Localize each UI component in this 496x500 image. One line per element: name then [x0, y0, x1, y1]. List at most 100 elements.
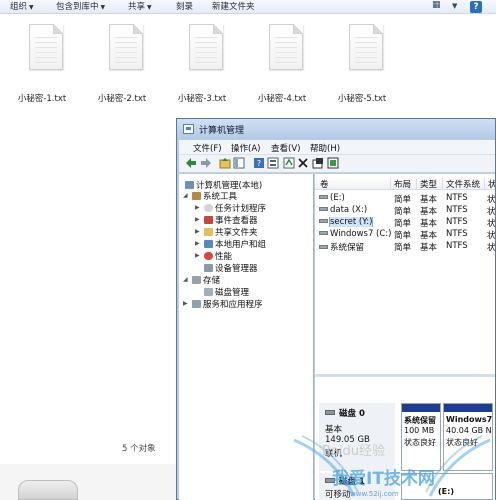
drive-icon	[319, 219, 328, 223]
export-list-icon[interactable]	[312, 157, 324, 169]
column-header-status[interactable]: 状	[485, 178, 495, 190]
volume-fs: NTFS	[446, 193, 468, 203]
volume-fs: NTFS	[446, 229, 468, 239]
tree-item-system-tools[interactable]: 系统工具	[192, 190, 237, 202]
volume-type: 基本	[420, 243, 438, 253]
expand-icon[interactable]: ▶	[183, 300, 188, 307]
up-folder-icon[interactable]	[219, 157, 231, 169]
refresh-icon[interactable]	[283, 157, 295, 169]
drive-icon	[319, 195, 328, 199]
tree-item-disk-management[interactable]: 磁盘管理	[204, 286, 249, 298]
file-name: 小秘密-3.txt	[177, 94, 227, 104]
column-header-type[interactable]: 类型	[417, 178, 443, 190]
column-header-volume[interactable]: 卷	[317, 178, 391, 190]
text-file-icon	[269, 24, 303, 70]
tree-item-shared-folders[interactable]: 共享文件夹	[204, 226, 258, 238]
tree-item-label: 本地用户和组	[215, 240, 267, 250]
svg-text:?: ?	[257, 159, 261, 168]
file-item[interactable]: 小秘密-3.txt	[167, 22, 237, 106]
tree-item-device-manager[interactable]: 设备管理器	[204, 262, 258, 274]
column-header-layout[interactable]: 布局	[391, 178, 417, 190]
expand-icon[interactable]: ▶	[195, 228, 200, 235]
forward-arrow-icon[interactable]	[200, 157, 212, 169]
chevron-down-icon[interactable]: ▼	[452, 2, 457, 15]
burn-button[interactable]: 刻录	[176, 1, 193, 13]
file-item[interactable]: 小秘密-2.txt	[87, 22, 157, 106]
text-file-icon	[349, 24, 383, 70]
volume-row[interactable]: 系统保留 简单 基本 NTFS 状	[315, 241, 495, 253]
event-viewer-icon	[204, 216, 213, 224]
status-item-count: 5 个对象	[122, 444, 156, 454]
column-header-file-system[interactable]: 文件系统	[443, 178, 485, 190]
back-arrow-icon[interactable]	[185, 157, 197, 169]
file-item[interactable]: 小秘密-5.txt	[327, 22, 397, 106]
menu-action[interactable]: 操作(A)	[231, 142, 260, 154]
volume-type: 基本	[420, 231, 438, 241]
file-item[interactable]: 小秘密-4.txt	[247, 22, 317, 106]
share-label: 共享	[128, 2, 146, 12]
menu-view[interactable]: 查看(V)	[271, 142, 300, 154]
settings-icon[interactable]	[327, 157, 339, 169]
volume-type: 基本	[420, 219, 438, 229]
shared-folder-icon	[204, 228, 213, 236]
file-name: 小秘密-1.txt	[17, 94, 67, 104]
tree-item-services-apps[interactable]: 服务和应用程序	[192, 298, 263, 310]
collapse-icon[interactable]: ◢	[183, 276, 188, 283]
toolbar: ?	[179, 155, 495, 173]
tree-item-label: 系统工具	[203, 192, 238, 202]
tree-item-local-users[interactable]: 本地用户和组	[204, 238, 266, 250]
users-icon	[204, 240, 213, 248]
include-in-library-button[interactable]: 包含到库中 ▼	[56, 1, 105, 13]
volume-row[interactable]: data (X:) 简单 基本 NTFS 状	[315, 205, 495, 217]
organize-label: 组织	[10, 2, 28, 12]
disk-icon	[204, 288, 213, 296]
window-title: 计算机管理	[199, 126, 245, 136]
text-file-icon	[189, 24, 223, 70]
expand-icon[interactable]: ▶	[195, 252, 200, 259]
tree-item-event-viewer[interactable]: 事件查看器	[204, 214, 258, 226]
tree-item-performance[interactable]: 性能	[204, 250, 232, 262]
tree-item-label: 共享文件夹	[215, 228, 258, 238]
organize-button[interactable]: 组织 ▼	[10, 1, 34, 13]
volume-layout: 简单	[394, 219, 412, 229]
volume-layout: 简单	[394, 207, 412, 217]
expand-icon[interactable]: ▶	[195, 204, 200, 211]
view-options-icon[interactable]: ▦	[432, 0, 441, 13]
watermark-site: 我爱IT技术网	[332, 469, 435, 489]
disk-icon	[325, 410, 335, 415]
window-title-bar[interactable]: 计算机管理	[177, 119, 495, 139]
help-icon[interactable]: ?	[470, 1, 482, 13]
volume-list-header: 卷 布局 类型 文件系统 状	[315, 177, 495, 190]
volume-row[interactable]: (E:) 简单 基本 NTFS 状	[315, 193, 495, 205]
volume-layout: 简单	[394, 195, 412, 205]
show-tree-icon[interactable]	[233, 157, 245, 169]
volume-name: secret (Y:)	[328, 217, 374, 227]
volume-fs: NTFS	[446, 241, 468, 251]
drive-icon	[319, 245, 328, 249]
device-manager-icon	[204, 264, 213, 272]
tree-item-task-scheduler[interactable]: 任务计划程序	[204, 202, 266, 214]
expand-icon[interactable]: ▶	[195, 216, 200, 223]
include-label: 包含到库中	[56, 2, 99, 12]
volume-list: 卷 布局 类型 文件系统 状 (E:) 简单 基本 NTFS 状 data (X…	[315, 174, 495, 374]
partition-name: Windows7	[446, 415, 493, 424]
menu-help[interactable]: 帮助(H)	[310, 142, 340, 154]
properties-icon[interactable]	[267, 157, 279, 169]
clock-icon	[204, 204, 213, 212]
delete-icon[interactable]	[297, 157, 309, 169]
help-icon[interactable]: ?	[253, 157, 265, 169]
tree-item-storage[interactable]: 存储	[192, 274, 220, 286]
file-item[interactable]: 小秘密-1.txt	[7, 22, 77, 106]
expand-icon[interactable]: ▶	[195, 240, 200, 247]
menu-file[interactable]: 文件(F)	[193, 142, 222, 154]
volume-row[interactable]: Windows7 (C:) 简单 基本 NTFS 状	[315, 229, 495, 241]
volume-status: 状	[487, 219, 495, 229]
volume-row-selected[interactable]: secret (Y:) 简单 基本 NTFS 状	[315, 217, 495, 229]
share-button[interactable]: 共享 ▼	[128, 1, 152, 13]
tree-item-label: 事件查看器	[215, 216, 258, 226]
chevron-down-icon: ▼	[147, 4, 152, 11]
watermark: Baidu经验 我爱IT技术网 www.52ij.com	[292, 432, 492, 500]
collapse-icon[interactable]: ◢	[183, 192, 188, 199]
new-folder-button[interactable]: 新建文件夹	[212, 1, 255, 13]
tree-item-label: 存储	[203, 276, 221, 286]
